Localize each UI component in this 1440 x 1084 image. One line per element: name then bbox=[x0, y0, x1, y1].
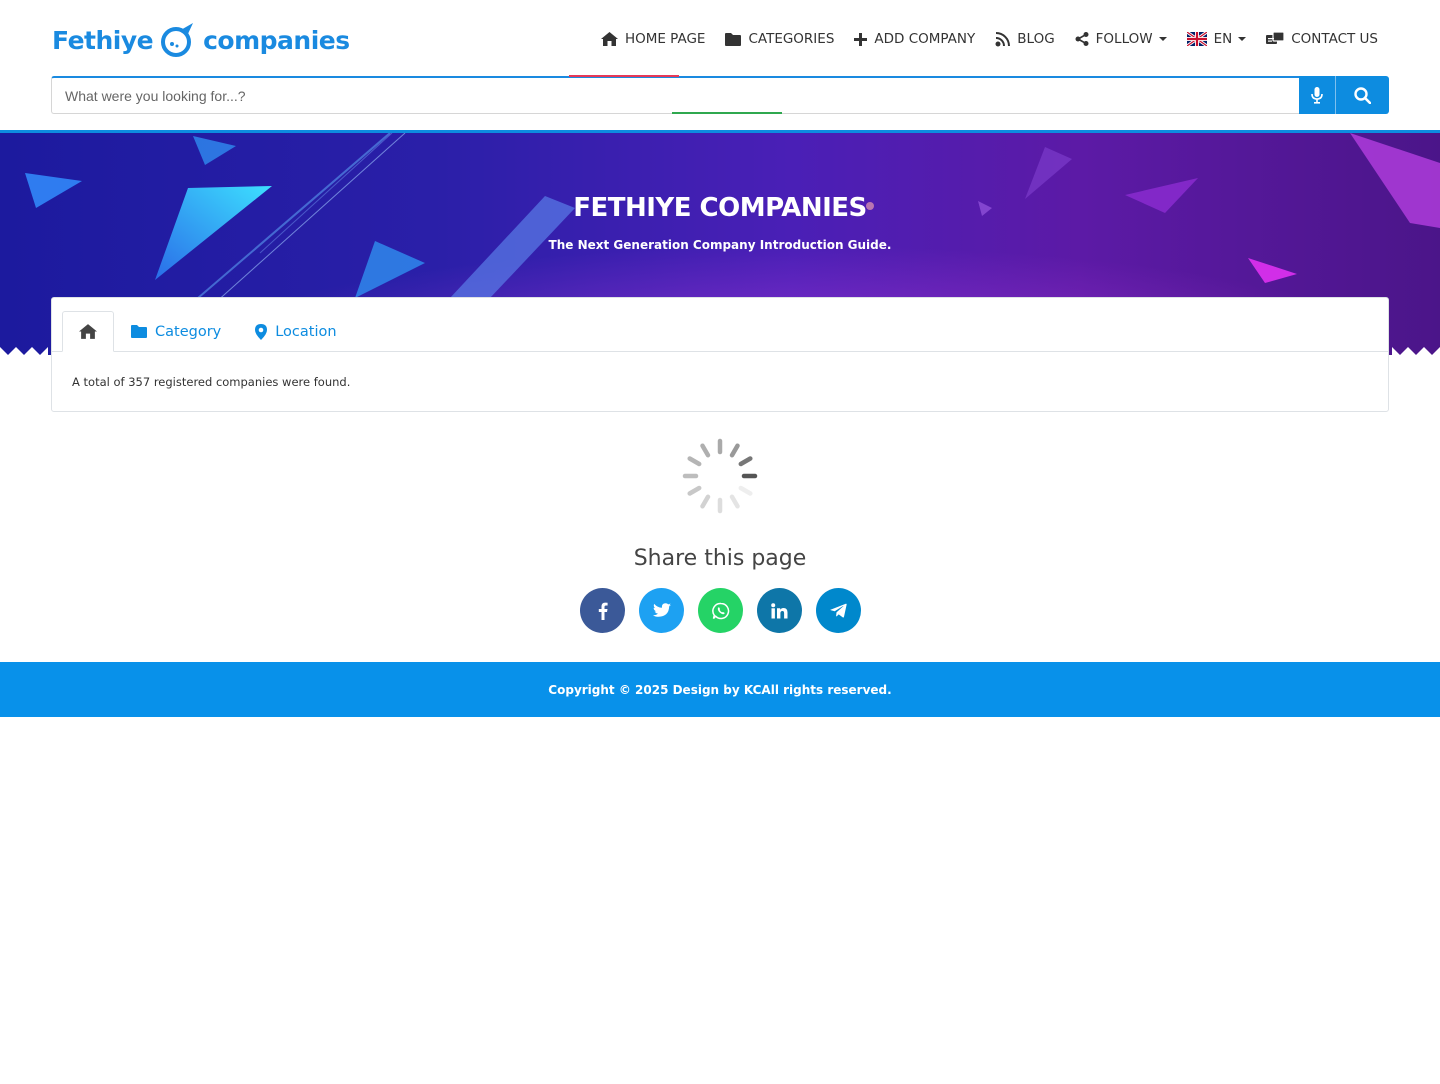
loading-spinner-icon bbox=[680, 436, 760, 516]
hero-title: FETHIYE COMPANIES bbox=[573, 193, 867, 223]
chevron-down-icon bbox=[1158, 37, 1167, 41]
site-footer: Copyright © 2025 Design by KCAll rights … bbox=[0, 662, 1440, 717]
search-button[interactable] bbox=[1336, 76, 1389, 114]
search-bar bbox=[51, 76, 1389, 114]
share-title: Share this page bbox=[633, 546, 807, 571]
plus-icon bbox=[854, 32, 868, 46]
uk-flag-icon bbox=[1186, 32, 1207, 46]
map-pin-icon bbox=[255, 323, 268, 340]
filter-card: Category Location A total of 357 registe… bbox=[51, 297, 1389, 412]
tab-location-label: Location bbox=[275, 323, 337, 340]
share-facebook-button[interactable] bbox=[580, 588, 625, 633]
facebook-icon bbox=[598, 602, 608, 620]
search-input[interactable] bbox=[51, 76, 1299, 114]
tab-location[interactable]: Location bbox=[238, 311, 353, 352]
hero-subtitle: The Next Generation Company Introduction… bbox=[548, 238, 892, 252]
nav-follow-label: FOLLOW bbox=[1095, 31, 1153, 47]
blog-icon bbox=[995, 31, 1011, 46]
folder-icon bbox=[131, 325, 147, 338]
nav-categories-label: CATEGORIES bbox=[748, 31, 835, 47]
search-accent-red bbox=[569, 75, 679, 77]
tab-category[interactable]: Category bbox=[114, 311, 238, 352]
nav-language-dropdown[interactable]: EN bbox=[1186, 31, 1247, 47]
voice-search-button[interactable] bbox=[1299, 76, 1336, 114]
home-icon bbox=[600, 32, 618, 46]
share-twitter-button[interactable] bbox=[639, 588, 684, 633]
share-buttons bbox=[580, 588, 861, 633]
logo-text-right: companies bbox=[203, 25, 350, 55]
filter-tabs: Category Location bbox=[62, 311, 354, 352]
results-count-text: A total of 357 registered companies were… bbox=[72, 375, 351, 389]
nav-contact-us[interactable]: CONTACT US bbox=[1266, 31, 1378, 47]
footer-copyright: Copyright © 2025 Design by KCAll rights … bbox=[548, 682, 892, 697]
nav-add-company[interactable]: ADD COMPANY bbox=[854, 31, 975, 47]
nav-language-label: EN bbox=[1213, 31, 1233, 47]
search-accent-green bbox=[672, 112, 782, 114]
logo-mark-icon bbox=[161, 22, 195, 58]
chevron-down-icon bbox=[1238, 37, 1247, 41]
telegram-icon bbox=[830, 603, 847, 618]
share-whatsapp-button[interactable] bbox=[698, 588, 743, 633]
twitter-icon bbox=[652, 603, 671, 617]
share-telegram-button[interactable] bbox=[816, 588, 861, 633]
logo-text-left: Fethiye bbox=[52, 25, 154, 55]
linkedin-icon bbox=[771, 602, 788, 618]
nav-home-page[interactable]: HOME PAGE bbox=[600, 31, 706, 47]
tab-home[interactable] bbox=[62, 311, 114, 352]
nav-home-page-label: HOME PAGE bbox=[624, 31, 706, 47]
tab-category-label: Category bbox=[155, 323, 222, 340]
contact-icon bbox=[1266, 32, 1285, 44]
nav-blog[interactable]: BLOG bbox=[995, 31, 1055, 47]
folder-icon bbox=[725, 32, 742, 46]
whatsapp-icon bbox=[711, 602, 729, 619]
share-linkedin-button[interactable] bbox=[757, 588, 802, 633]
site-logo[interactable]: Fethiye companies bbox=[52, 20, 350, 60]
home-icon bbox=[79, 324, 97, 339]
nav-contact-us-label: CONTACT US bbox=[1291, 31, 1378, 47]
main-nav: HOME PAGE CATEGORIES ADD COMPANY BLOG FO… bbox=[581, 28, 1378, 50]
nav-categories[interactable]: CATEGORIES bbox=[725, 31, 834, 47]
search-icon bbox=[1354, 86, 1371, 104]
microphone-icon bbox=[1311, 86, 1323, 104]
nav-follow-dropdown[interactable]: FOLLOW bbox=[1075, 31, 1167, 47]
share-icon bbox=[1075, 32, 1089, 46]
site-header: Fethiye companies HOME PAGE CATEGORIES A… bbox=[0, 0, 1440, 133]
nav-blog-label: BLOG bbox=[1017, 31, 1055, 47]
nav-add-company-label: ADD COMPANY bbox=[874, 31, 976, 47]
